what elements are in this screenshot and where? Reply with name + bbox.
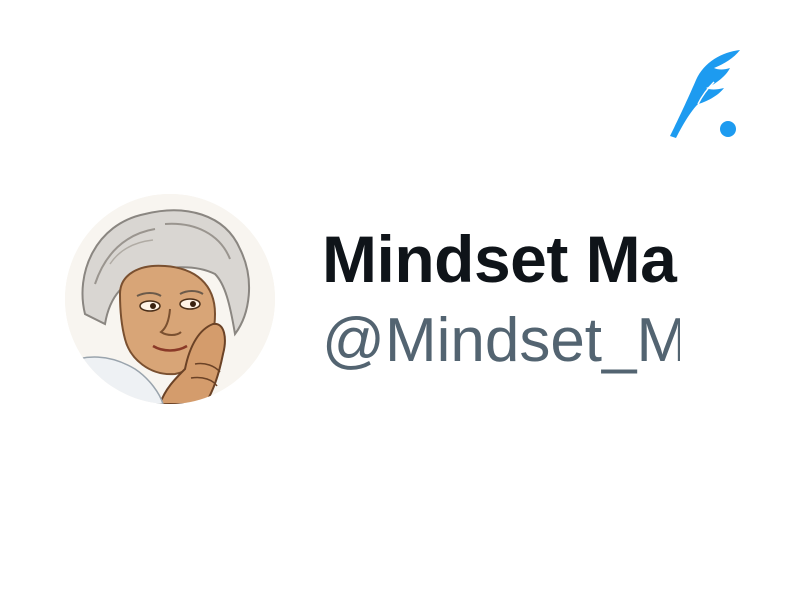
portrait-illustration: [65, 194, 275, 404]
avatar[interactable]: [65, 194, 275, 404]
quill-logo-icon: [664, 44, 744, 144]
display-name[interactable]: Mindset Ma: [322, 218, 680, 300]
user-handle[interactable]: @Mindset_M: [322, 300, 680, 382]
profile-name-block: Mindset Ma @Mindset_M: [322, 218, 680, 382]
